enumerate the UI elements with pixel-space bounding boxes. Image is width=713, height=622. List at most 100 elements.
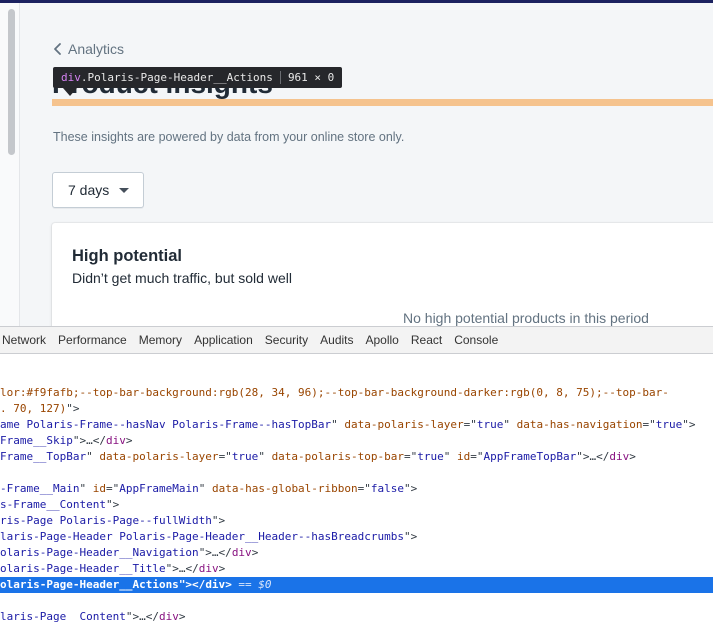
devtools-tab-audits[interactable]: Audits xyxy=(320,333,365,347)
dom-node-line[interactable]: ame Polaris-Frame--hasNav Polaris-Frame-… xyxy=(0,417,695,433)
period-select-value: 7 days xyxy=(68,182,110,198)
code-token: > xyxy=(225,578,232,591)
code-token: ">…</ xyxy=(72,434,106,447)
code-token: true xyxy=(417,450,444,463)
code-token: data-polaris-layer xyxy=(344,418,464,431)
code-token: AppFrameTopBar xyxy=(483,450,577,463)
code-token: ame Polaris-Frame--hasNav Polaris-Frame-… xyxy=(0,418,332,431)
code-token: data-polaris-layer xyxy=(99,450,219,463)
scrollbar-thumb[interactable] xyxy=(8,9,15,155)
page-viewport: Analytics Product insights div.Polaris-P… xyxy=(0,0,713,326)
code-token: div xyxy=(609,450,630,463)
code-token: div xyxy=(105,434,126,447)
code-token: olaris-Page-Header__Title xyxy=(0,562,166,575)
code-token: == $0 xyxy=(231,578,272,591)
code-token: " xyxy=(198,482,212,495)
code-token: true xyxy=(655,418,683,431)
dom-node-selected[interactable]: olaris-Page-Header__Actions"></div> == $… xyxy=(0,577,713,593)
code-token: =" xyxy=(218,450,232,463)
code-token: "> xyxy=(682,418,696,431)
code-token: > xyxy=(218,562,226,575)
inspector-highlight-actions xyxy=(52,99,713,106)
code-token: " xyxy=(258,450,272,463)
card-title: High potential xyxy=(72,247,182,265)
code-token: data-has-navigation xyxy=(516,418,643,431)
dom-node-line[interactable]: Frame__Skip">…</div> xyxy=(0,433,132,449)
code-token: =" xyxy=(470,450,484,463)
caret-down-icon xyxy=(119,188,129,193)
code-token: "> xyxy=(403,530,418,543)
code-token: true xyxy=(476,418,504,431)
code-token: > xyxy=(125,434,133,447)
code-token: "> xyxy=(404,482,418,495)
code-token: "> xyxy=(211,514,226,527)
devtools-tab-network[interactable]: Network xyxy=(0,333,58,347)
code-token: div xyxy=(198,562,219,575)
code-token: s-Frame__Content xyxy=(0,498,106,511)
tooltip-dimensions: 961 × 0 xyxy=(287,71,335,84)
code-token: " xyxy=(331,418,345,431)
code-token: "> xyxy=(105,498,120,511)
code-token: laris-Page__Content xyxy=(0,610,126,622)
code-token: lor:#f9fafb;--top-bar-background:rgb(28,… xyxy=(0,386,669,399)
left-scroll-strip xyxy=(0,3,20,326)
code-token: ris-Page Polaris-Page--fullWidth xyxy=(0,514,212,527)
high-potential-card: High potential Didn’t get much traffic, … xyxy=(52,223,713,326)
code-token: " xyxy=(503,418,517,431)
breadcrumb-label: Analytics xyxy=(68,41,125,57)
dom-node-line[interactable]: -Frame__Main" id="AppFrameMain" data-has… xyxy=(0,481,417,497)
dom-node-line[interactable]: . 70, 127)"> xyxy=(0,401,79,417)
code-token: ">…</ xyxy=(198,546,232,559)
code-token: ">…</ xyxy=(165,562,199,575)
code-token: > xyxy=(251,546,259,559)
code-token: " xyxy=(79,482,93,495)
code-token: olaris-Page-Header__Navigation xyxy=(0,546,199,559)
period-select[interactable]: 7 days xyxy=(52,172,144,208)
breadcrumb[interactable]: Analytics xyxy=(52,40,124,58)
code-token: data-has-global-ribbon xyxy=(211,482,358,495)
chevron-left-icon xyxy=(54,43,61,55)
tooltip-tag: div xyxy=(61,71,81,84)
dom-node-line[interactable]: Frame__TopBar" data-polaris-layer="true"… xyxy=(0,449,636,465)
code-token: div xyxy=(158,610,179,622)
dom-node-line[interactable]: olaris-Page-Header__Title">…</div> xyxy=(0,561,225,577)
dom-node-line[interactable]: olaris-Page-Header__Navigation">…</div> xyxy=(0,545,258,561)
dom-node-line[interactable]: s-Frame__Content"> xyxy=(0,497,119,513)
code-token: "> xyxy=(66,402,80,415)
code-token: AppFrameMain xyxy=(119,482,199,495)
tooltip-class: .Polaris-Page-Header__Actions xyxy=(80,71,273,84)
tooltip-divider xyxy=(279,71,281,84)
card-empty-state: No high potential products in this perio… xyxy=(403,310,649,326)
code-token: . 70, 127) xyxy=(0,402,67,415)
dom-node-line[interactable]: laris-Page__Content">…</div> xyxy=(0,609,185,622)
code-token: id xyxy=(92,482,106,495)
devtools-tab-react[interactable]: React xyxy=(411,333,454,347)
code-token: div xyxy=(205,578,226,591)
code-token: ">…</ xyxy=(125,610,159,622)
devtools-tab-performance[interactable]: Performance xyxy=(58,333,139,347)
dom-node-line[interactable]: lor:#f9fafb;--top-bar-background:rgb(28,… xyxy=(0,385,669,401)
code-token: -Frame__Main xyxy=(0,482,80,495)
code-token: " xyxy=(443,450,458,463)
code-token: " xyxy=(86,450,100,463)
devtools-tab-apollo[interactable]: Apollo xyxy=(366,333,411,347)
code-token: =" xyxy=(357,482,371,495)
devtools-panel: Network Performance Memory Application Secur… xyxy=(0,326,713,622)
top-bar-edge xyxy=(0,0,713,3)
dom-node-line[interactable]: ris-Page Polaris-Page--fullWidth"> xyxy=(0,513,225,529)
dom-node-line[interactable]: laris-Page-Header Polaris-Page-Header__H… xyxy=(0,529,417,545)
devtools-tab-application[interactable]: Application xyxy=(194,333,265,347)
tooltip-arrow xyxy=(63,88,77,96)
code-token: "></ xyxy=(178,578,206,591)
code-token: laris-Page-Header Polaris-Page-Header__H… xyxy=(0,530,404,543)
code-token: > xyxy=(178,610,186,622)
devtools-tab-console[interactable]: Console xyxy=(454,333,510,347)
devtools-tab-security[interactable]: Security xyxy=(265,333,320,347)
card-description: Didn’t get much traffic, but sold well xyxy=(72,270,292,286)
code-token: div xyxy=(231,546,252,559)
code-token: =" xyxy=(105,482,120,495)
code-token: data-polaris-top-bar xyxy=(271,450,405,463)
devtools-tab-memory[interactable]: Memory xyxy=(139,333,194,347)
code-token: Frame__TopBar xyxy=(0,450,87,463)
devtools-tab-bar: Network Performance Memory Application Secur… xyxy=(0,327,713,354)
